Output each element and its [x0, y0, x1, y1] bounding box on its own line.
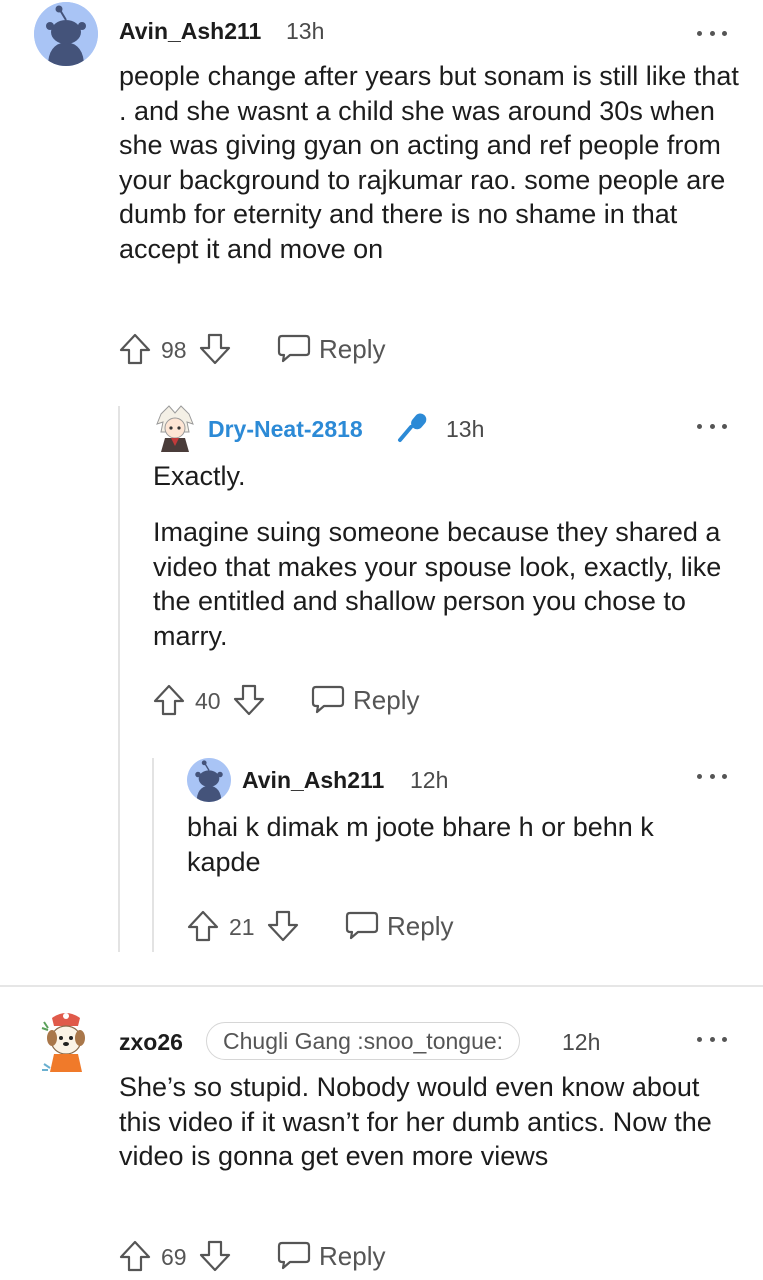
more-options-icon[interactable] — [697, 770, 727, 782]
vote-count: 40 — [195, 688, 221, 714]
upvote-icon[interactable] — [118, 1239, 152, 1273]
reply-icon[interactable] — [276, 333, 312, 365]
character-avatar-icon — [156, 405, 194, 452]
comment-body: bhai k dimak m joote bhare h or behn k k… — [187, 812, 654, 877]
reply-icon[interactable] — [276, 1240, 312, 1272]
comment-timestamp: 13h — [286, 18, 325, 44]
microphone-icon — [398, 413, 427, 442]
downvote-icon[interactable] — [266, 909, 300, 943]
comment-username[interactable]: Avin_Ash211 — [242, 767, 384, 794]
avatar[interactable] — [34, 2, 98, 66]
dog-avatar-icon — [41, 1013, 85, 1072]
comment-username[interactable]: Dry-Neat-2818 — [208, 416, 363, 443]
vote-count: 69 — [161, 1244, 187, 1270]
snoo-avatar-icon — [187, 758, 231, 802]
upvote-icon[interactable] — [152, 683, 186, 717]
upvote-icon[interactable] — [118, 332, 152, 366]
reply-button[interactable]: Reply — [319, 1241, 385, 1272]
comment-username[interactable]: Avin_Ash211 — [119, 18, 261, 45]
downvote-icon[interactable] — [232, 683, 266, 717]
avatar[interactable] — [40, 1010, 92, 1074]
vote-count: 98 — [161, 337, 187, 363]
avatar[interactable] — [153, 404, 197, 454]
reply-button[interactable]: Reply — [319, 334, 385, 365]
reply-button[interactable]: Reply — [353, 685, 419, 716]
comment-timestamp: 12h — [410, 767, 449, 793]
comment-body: She’s so stupid. Nobody would even know … — [119, 1072, 712, 1172]
comment-timestamp: 13h — [446, 416, 485, 442]
more-options-icon[interactable] — [697, 420, 727, 432]
user-flair: Chugli Gang :snoo_tongue: — [206, 1022, 521, 1060]
avatar[interactable] — [187, 758, 231, 802]
comment-body: people change after years but sonam is s… — [119, 61, 739, 264]
comment-divider — [0, 985, 763, 987]
comment-timestamp: 12h — [562, 1029, 601, 1055]
snoo-avatar-icon — [34, 2, 98, 66]
reply-icon[interactable] — [310, 684, 346, 716]
comment-body: Exactly. — [153, 461, 246, 491]
more-options-icon[interactable] — [697, 1033, 727, 1045]
downvote-icon[interactable] — [198, 1239, 232, 1273]
thread-line[interactable] — [118, 406, 120, 952]
thread-line[interactable] — [152, 758, 154, 952]
reply-button[interactable]: Reply — [387, 911, 453, 942]
upvote-icon[interactable] — [186, 909, 220, 943]
downvote-icon[interactable] — [198, 332, 232, 366]
reply-icon[interactable] — [344, 910, 380, 942]
comment-body: Imagine suing someone because they share… — [153, 517, 722, 651]
more-options-icon[interactable] — [697, 27, 727, 39]
comment-username[interactable]: zxo26 — [119, 1029, 183, 1056]
vote-count: 21 — [229, 914, 255, 940]
